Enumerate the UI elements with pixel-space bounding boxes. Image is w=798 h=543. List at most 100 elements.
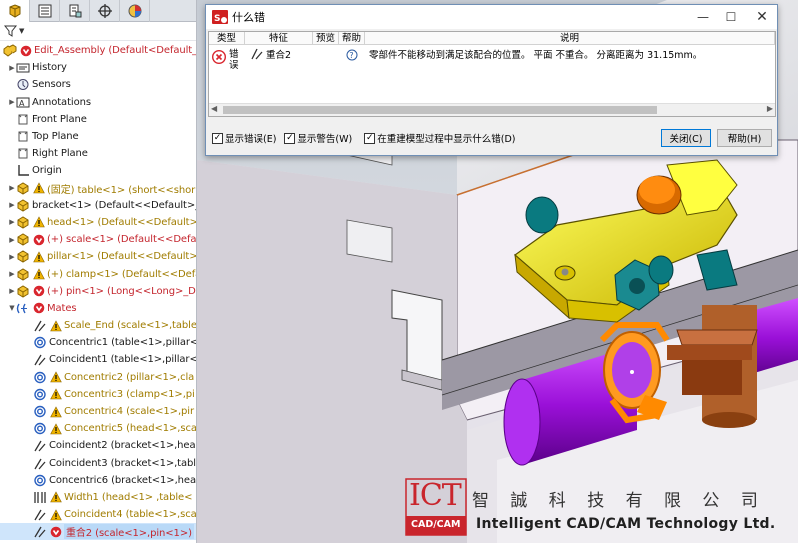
show-during-rebuild-label: 在重建模型过程中显示什么错(D) [377, 134, 516, 145]
property-manager-tab[interactable] [30, 0, 60, 22]
part-icon [16, 216, 30, 229]
close-icon: ✕ [756, 9, 768, 25]
tree-item[interactable]: ▶ pillar<1> (Default<<Default>_ [0, 248, 197, 265]
tree-item[interactable]: Concentric4 (scale<1>,pir [0, 403, 196, 420]
ict-logo-text: ICT [409, 478, 462, 513]
display-manager-tab[interactable] [120, 0, 150, 22]
tree-item[interactable]: Right Plane [0, 145, 196, 162]
plane-icon [16, 147, 30, 160]
tree-item[interactable]: ▶ bracket<1> (Default<<Default>_D [0, 197, 196, 214]
close-button[interactable]: 关闭(C) [661, 129, 711, 147]
expand-toggle-icon[interactable]: ▶ [8, 63, 16, 73]
filter-dropdown-icon[interactable]: ▼ [19, 27, 24, 35]
column-header-help[interactable]: 帮助 [339, 32, 365, 45]
tree-item[interactable]: Concentric3 (clamp<1>,pi [0, 386, 196, 403]
tree-item[interactable]: ▶ (+) pin<1> (Long<<Long>_D [0, 283, 196, 300]
show-warnings-checkbox[interactable]: ✓ [284, 132, 296, 144]
minimize-button[interactable]: — [688, 5, 718, 29]
show-errors-label: 显示错误(E) [225, 134, 277, 145]
tree-item[interactable]: Coincident3 (bracket<1>,table [0, 455, 196, 472]
tree-item-label: Mates [47, 302, 77, 314]
part-icon [16, 268, 30, 281]
tree-item[interactable]: ▶ Annotations [0, 94, 196, 111]
tree-item[interactable]: Coincident4 (table<1>,sca [0, 506, 196, 523]
tree-item[interactable]: ▶ head<1> (Default<<Default>_ [0, 214, 197, 231]
warning-icon [49, 371, 62, 384]
feature-tree: A Edit_Assembly (Default<Default_D▶Histo… [0, 42, 197, 541]
window-close-button[interactable]: ✕ [747, 5, 777, 29]
tree-item[interactable]: Scale_End (scale<1>,table [0, 317, 196, 334]
expand-toggle-icon[interactable]: ▶ [8, 97, 16, 107]
expand-toggle-icon[interactable]: ▶ [8, 286, 16, 296]
error-icon [212, 50, 226, 64]
coincident-mate-icon [33, 353, 47, 366]
help-button[interactable]: 帮助(H) [717, 129, 772, 147]
tree-item-label: pillar<1> (Default<<Default>_ [47, 251, 197, 263]
tree-item[interactable]: Sensors [0, 76, 196, 93]
tree-item[interactable]: ▶ (+) clamp<1> (Default<<Defa [0, 265, 196, 282]
column-header-type[interactable]: 类型 [209, 32, 245, 45]
plane-icon [16, 113, 30, 126]
show-errors-option[interactable]: ✓ 显示错误(E) [212, 131, 276, 145]
tree-item[interactable]: ▼ Mates [0, 300, 196, 317]
maximize-button[interactable]: ☐ [716, 5, 746, 29]
expand-toggle-icon[interactable]: ▶ [8, 200, 16, 210]
tree-item[interactable]: Top Plane [0, 128, 196, 145]
scrollbar-thumb[interactable] [223, 106, 657, 114]
tree-item[interactable]: Concentric2 (pillar<1>,cla [0, 369, 196, 386]
horizontal-scrollbar[interactable]: ◀ ▶ [209, 103, 775, 116]
scroll-left-icon[interactable]: ◀ [211, 104, 217, 113]
tree-item[interactable]: Front Plane [0, 111, 196, 128]
tree-item-label: head<1> (Default<<Default>_ [47, 216, 197, 228]
coincident-mate-icon [33, 457, 47, 470]
expand-spacer [8, 114, 16, 124]
expand-toggle-icon[interactable]: ▶ [8, 217, 16, 227]
column-header-description[interactable]: 说明 [365, 32, 775, 45]
warning-icon [32, 268, 45, 281]
tree-item[interactable]: Coincident2 (bracket<1>,head [0, 437, 196, 454]
configuration-manager-tab[interactable] [60, 0, 90, 22]
part-icon [16, 250, 30, 263]
show-during-rebuild-checkbox[interactable]: ✓ [364, 132, 376, 144]
show-warnings-label: 显示警告(W) [297, 134, 353, 145]
show-errors-checkbox[interactable]: ✓ [212, 132, 223, 144]
tree-item[interactable]: Edit_Assembly (Default<Default_D [0, 42, 196, 59]
help-icon[interactable]: ? [346, 49, 358, 61]
annotations-icon [16, 96, 30, 109]
dimxpert-tab[interactable] [90, 0, 120, 22]
tree-item[interactable]: Concentric6 (bracket<1>,head [0, 472, 197, 489]
tree-item-label: History [32, 62, 67, 74]
coincident-mate-icon [33, 525, 47, 538]
column-header-feature[interactable]: 特征 [245, 32, 313, 45]
expand-toggle-icon[interactable]: ▶ [8, 235, 16, 245]
tree-item[interactable]: ▶ History [0, 59, 196, 76]
expand-toggle-icon[interactable]: ▼ [8, 303, 16, 313]
company-name-en: Intelligent CAD/CAM Technology Ltd. [476, 516, 776, 532]
error-row[interactable]: 错 误 重合2 ? 零部件不能移动到满足该配合的位置。 平面 不重合。 分离距离… [209, 46, 775, 72]
tree-item[interactable]: Width1 (head<1> ,table< [0, 489, 196, 506]
tree-item[interactable]: 重合2 (scale<1>,pin<1>) [0, 523, 196, 541]
tree-item[interactable]: ▶ (固定) table<1> (short<<shor [0, 180, 196, 197]
property-list-icon [38, 4, 51, 18]
expand-toggle-icon[interactable]: ▶ [8, 183, 16, 193]
tree-item[interactable]: Coincident1 (table<1>,pillar< [0, 351, 196, 368]
tree-item-label: Right Plane [32, 148, 88, 160]
tree-item-label: Concentric6 (bracket<1>,head [49, 474, 197, 486]
tree-filter-bar[interactable]: ▼ [0, 22, 196, 41]
tree-item-label: Concentric2 (pillar<1>,cla [64, 371, 195, 383]
tree-item-label: Concentric3 (clamp<1>,pi [64, 388, 195, 400]
show-warnings-option[interactable]: ✓ 显示警告(W) [284, 131, 352, 145]
concentric-mate-icon [33, 422, 47, 435]
show-during-rebuild-option[interactable]: ✓ 在重建模型过程中显示什么错(D) [364, 131, 515, 145]
tree-item-label: Concentric1 (table<1>,pillar< [49, 337, 197, 349]
tree-item[interactable]: ▶ (+) scale<1> (Default<<Defau [0, 231, 196, 248]
column-header-preview[interactable]: 预览 [313, 32, 339, 45]
feature-manager-tab[interactable] [0, 0, 30, 22]
expand-toggle-icon[interactable]: ▶ [8, 269, 16, 279]
tree-item[interactable]: Origin [0, 162, 196, 179]
expand-toggle-icon[interactable]: ▶ [8, 252, 16, 262]
tree-item-label: 重合2 (scale<1>,pin<1>) [64, 524, 194, 540]
tree-item[interactable]: Concentric5 (head<1>,sca [0, 420, 196, 437]
scroll-right-icon[interactable]: ▶ [767, 104, 773, 113]
tree-item[interactable]: Concentric1 (table<1>,pillar< [0, 334, 197, 351]
